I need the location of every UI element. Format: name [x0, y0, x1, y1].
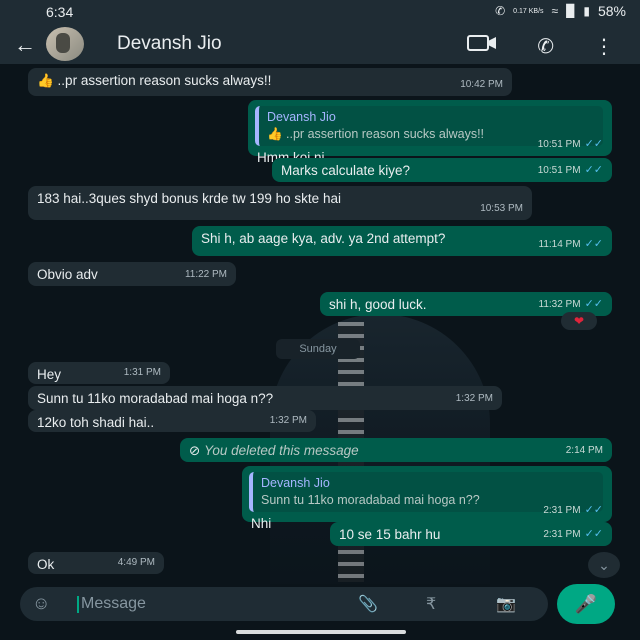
emoji-icon[interactable]: ☺	[32, 593, 50, 614]
message-time: 10:51 PM	[537, 139, 581, 150]
message-time: 4:49 PM	[117, 557, 155, 568]
camera-icon[interactable]: 📷	[496, 594, 516, 614]
message-text: You deleted this message	[204, 443, 359, 458]
signal-icon: ▉	[566, 4, 576, 18]
quoted-name: Devansh Jio	[261, 476, 330, 490]
message-time: 10:51 PM	[537, 165, 581, 176]
heart-reaction-icon[interactable]: ❤	[561, 312, 597, 330]
message-incoming[interactable]: Obvio adv 11:22 PM	[28, 262, 236, 286]
message-text: 10 se 15 bahr hu	[339, 527, 441, 542]
video-call-icon[interactable]	[467, 33, 497, 59]
battery-icon: ▮	[583, 4, 590, 18]
scroll-down-icon[interactable]: ⌄	[588, 552, 620, 578]
message-text: Obvio adv	[37, 267, 98, 282]
message-time: 2:31 PM	[543, 529, 581, 540]
message-deleted[interactable]: ⊘ You deleted this message 2:14 PM	[180, 438, 612, 462]
call-status-icon: ✆	[495, 4, 506, 18]
message-outgoing-reply[interactable]: Devansh Jio 👍 ..pr assertion reason suck…	[248, 100, 612, 165]
message-text: 183 hai..3ques shyd bonus krde tw 199 ho…	[37, 191, 341, 206]
more-options-icon[interactable]: ⋮	[594, 34, 614, 59]
message-incoming[interactable]: 👍 ..pr assertion reason sucks always!! 1…	[28, 68, 512, 96]
quoted-name: Devansh Jio	[267, 110, 336, 124]
message-incoming[interactable]: Sunn tu 11ko moradabad mai hoga n?? 1:32…	[28, 386, 502, 410]
message-text: Ok	[37, 557, 55, 572]
network-speed: 0.17 KB/s	[513, 7, 544, 15]
mic-icon[interactable]: 🎤	[557, 584, 615, 624]
message-incoming[interactable]: Ok 4:49 PM	[28, 552, 164, 574]
message-text: Hey	[37, 367, 62, 382]
message-incoming[interactable]: 183 hai..3ques shyd bonus krde tw 199 ho…	[28, 186, 532, 220]
message-text: 👍 ..pr assertion reason sucks always!!	[37, 73, 272, 88]
message-time: 2:14 PM	[565, 445, 603, 456]
message-text: Shi h, ab aage kya, adv. ya 2nd attempt?	[201, 231, 446, 246]
text-cursor	[77, 596, 79, 613]
message-outgoing-reply[interactable]: Devansh Jio Sunn tu 11ko moradabad mai h…	[242, 466, 612, 531]
attach-icon[interactable]: 📎	[358, 594, 378, 614]
message-time: 2:31 PM	[543, 505, 581, 516]
message-incoming[interactable]: 12ko toh shadi hai.. 1:32 PM	[28, 410, 316, 432]
contact-name[interactable]: Devansh Jio	[117, 33, 222, 55]
double-tick-icon: ✓✓	[584, 238, 603, 250]
double-tick-icon: ✓✓	[584, 164, 603, 176]
message-time: 10:42 PM	[460, 79, 503, 90]
date-separator: Sunday	[276, 339, 360, 359]
message-incoming[interactable]: Hey 1:31 PM	[28, 362, 170, 384]
gesture-nav-bar[interactable]	[236, 630, 406, 634]
message-time: 11:22 PM	[184, 269, 227, 280]
avatar[interactable]	[46, 27, 84, 61]
message-text: Marks calculate kiye?	[281, 163, 411, 178]
double-tick-icon: ✓✓	[584, 138, 603, 150]
rupee-icon[interactable]: ₹	[426, 594, 436, 614]
message-time: 1:32 PM	[455, 393, 493, 404]
chat-header: ← Devansh Jio ✆ ⋮	[0, 24, 640, 64]
message-text: Sunn tu 11ko moradabad mai hoga n??	[37, 391, 274, 406]
battery-percent: 58%	[597, 3, 626, 19]
message-time: 1:31 PM	[123, 367, 161, 378]
message-time: 10:53 PM	[480, 203, 523, 214]
chat-area[interactable]: 👍 ..pr assertion reason sucks always!! 1…	[0, 64, 640, 584]
message-text: Nhi	[251, 516, 272, 531]
status-time: 6:34	[46, 4, 74, 20]
double-tick-icon: ✓✓	[584, 298, 603, 310]
message-time: 1:32 PM	[269, 415, 307, 426]
wifi-icon: ≈	[551, 4, 559, 18]
status-icons: ✆ 0.17 KB/s ≈ ▉ ▮ 58%	[495, 3, 626, 19]
back-arrow-icon[interactable]: ←	[14, 32, 36, 58]
message-outgoing[interactable]: 10 se 15 bahr hu 2:31 PM ✓✓	[330, 522, 612, 546]
message-text: 12ko toh shadi hai..	[37, 415, 155, 430]
double-tick-icon: ✓✓	[584, 528, 603, 540]
message-input[interactable]: Message	[81, 595, 146, 613]
status-bar: 6:34 ✆ 0.17 KB/s ≈ ▉ ▮ 58%	[0, 0, 640, 24]
message-text: shi h, good luck.	[329, 297, 427, 312]
message-time: 11:32 PM	[538, 299, 581, 310]
message-time: 11:14 PM	[538, 239, 581, 250]
message-outgoing[interactable]: Shi h, ab aage kya, adv. ya 2nd attempt?…	[192, 226, 612, 256]
voice-call-icon[interactable]: ✆	[537, 34, 554, 59]
message-outgoing[interactable]: Marks calculate kiye? 10:51 PM ✓✓	[272, 158, 612, 182]
message-composer[interactable]: ☺ Message 📎 ₹ 📷	[20, 587, 548, 621]
blocked-icon: ⊘	[189, 443, 201, 458]
double-tick-icon: ✓✓	[584, 504, 603, 516]
